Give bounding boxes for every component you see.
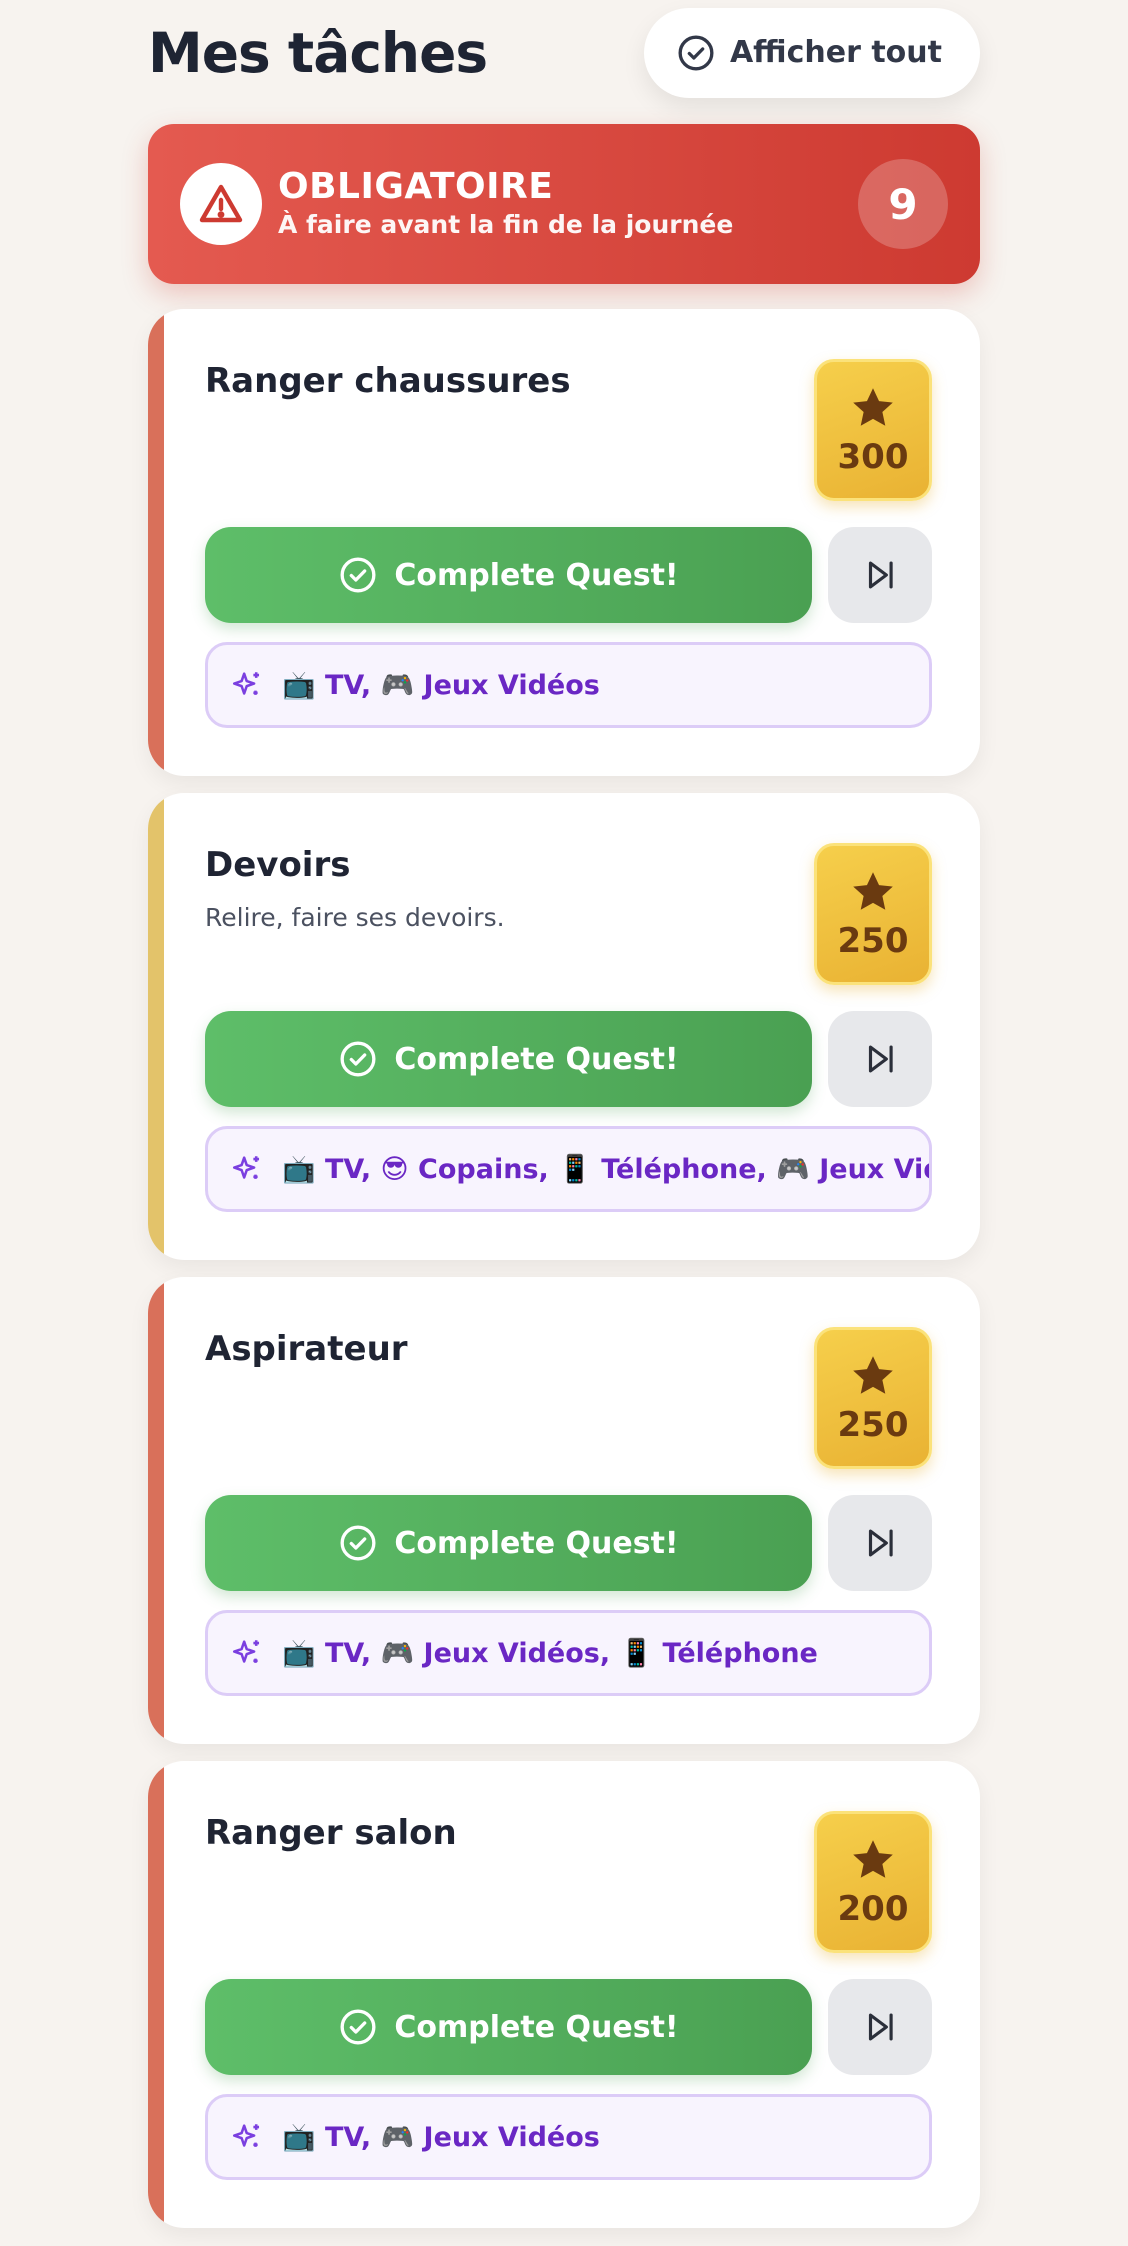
- sparkles-icon: [232, 1640, 260, 1663]
- warning-icon: [180, 163, 262, 245]
- points-value: 300: [837, 437, 909, 477]
- mandatory-title: OBLIGATOIRE: [278, 166, 554, 207]
- show-all-label: Afficher tout: [729, 35, 942, 70]
- complete-quest-label: Complete Quest!: [394, 557, 679, 593]
- skip-button[interactable]: [828, 1495, 932, 1591]
- task-title: Ranger salon: [205, 1813, 457, 1853]
- task-title: Aspirateur: [205, 1329, 408, 1369]
- points-value: 250: [837, 1405, 909, 1445]
- points-value: 200: [837, 1889, 909, 1929]
- sparkles-icon: [232, 672, 260, 695]
- rewards-list: 📺 TV, 😎 Copains, 📱 Téléphone, 🎮 Jeux Vid…: [205, 1126, 932, 1212]
- task-description: Relire, faire ses devoirs.: [205, 903, 505, 932]
- complete-quest-button[interactable]: Complete Quest!: [205, 1011, 812, 1107]
- points-badge: 300: [814, 359, 932, 501]
- skip-button[interactable]: [828, 1979, 932, 2075]
- task-card: Ranger chaussures 300 Complete Quest! 📺 …: [148, 309, 980, 776]
- check-circle-icon: [338, 1523, 378, 1563]
- complete-quest-button[interactable]: Complete Quest!: [205, 527, 812, 623]
- sparkles-icon: [232, 2124, 260, 2147]
- tasks-page: Mes tâches Afficher tout OBLIGATOIRE À f…: [0, 0, 1128, 2246]
- complete-quest-label: Complete Quest!: [394, 1041, 679, 1077]
- task-card: Ranger salon 200 Complete Quest! 📺 TV, 🎮…: [148, 1761, 980, 2228]
- skip-forward-icon: [868, 1529, 893, 1557]
- rewards-list: 📺 TV, 🎮 Jeux Vidéos: [205, 642, 932, 728]
- skip-forward-icon: [868, 561, 893, 589]
- show-all-button[interactable]: Afficher tout: [643, 7, 980, 98]
- rewards-list: 📺 TV, 🎮 Jeux Vidéos, 📱 Téléphone: [205, 1610, 932, 1696]
- task-card: Aspirateur 250 Complete Quest! 📺 TV, 🎮 J…: [148, 1277, 980, 1744]
- star-icon: [853, 872, 893, 910]
- points-badge: 250: [814, 843, 932, 985]
- mandatory-subtitle: À faire avant la fin de la journée: [278, 210, 734, 239]
- check-circle-icon: [338, 1039, 378, 1079]
- mandatory-count-badge: 9: [858, 159, 948, 249]
- rewards-text: 📺 TV, 🎮 Jeux Vidéos: [282, 2122, 600, 2153]
- task-title: Ranger chaussures: [205, 361, 571, 401]
- star-icon: [853, 388, 893, 426]
- complete-quest-button[interactable]: Complete Quest!: [205, 1495, 812, 1591]
- check-circle-icon: [338, 2007, 378, 2047]
- skip-button[interactable]: [828, 527, 932, 623]
- check-circle-icon: [338, 555, 378, 595]
- complete-quest-label: Complete Quest!: [394, 2009, 679, 2045]
- points-badge: 200: [814, 1811, 932, 1953]
- skip-button[interactable]: [828, 1011, 932, 1107]
- skip-forward-icon: [868, 2013, 893, 2041]
- skip-forward-icon: [868, 1045, 893, 1073]
- points-value: 250: [837, 921, 909, 961]
- page-title: Mes tâches: [148, 20, 488, 85]
- complete-quest-label: Complete Quest!: [394, 1525, 679, 1561]
- task-card: Devoirs Relire, faire ses devoirs. 250 C…: [148, 793, 980, 1260]
- rewards-text: 📺 TV, 😎 Copains, 📱 Téléphone, 🎮 Jeux Vid…: [282, 1154, 932, 1185]
- points-badge: 250: [814, 1327, 932, 1469]
- rewards-text: 📺 TV, 🎮 Jeux Vidéos, 📱 Téléphone: [282, 1638, 818, 1669]
- rewards-text: 📺 TV, 🎮 Jeux Vidéos: [282, 670, 600, 701]
- star-icon: [853, 1840, 893, 1878]
- sparkles-icon: [232, 1156, 260, 1179]
- check-circle-icon: [676, 33, 716, 73]
- rewards-list: 📺 TV, 🎮 Jeux Vidéos: [205, 2094, 932, 2180]
- complete-quest-button[interactable]: Complete Quest!: [205, 1979, 812, 2075]
- task-title: Devoirs: [205, 845, 351, 885]
- header: Mes tâches Afficher tout: [148, 0, 980, 105]
- mandatory-banner: OBLIGATOIRE À faire avant la fin de la j…: [148, 124, 980, 284]
- star-icon: [853, 1356, 893, 1394]
